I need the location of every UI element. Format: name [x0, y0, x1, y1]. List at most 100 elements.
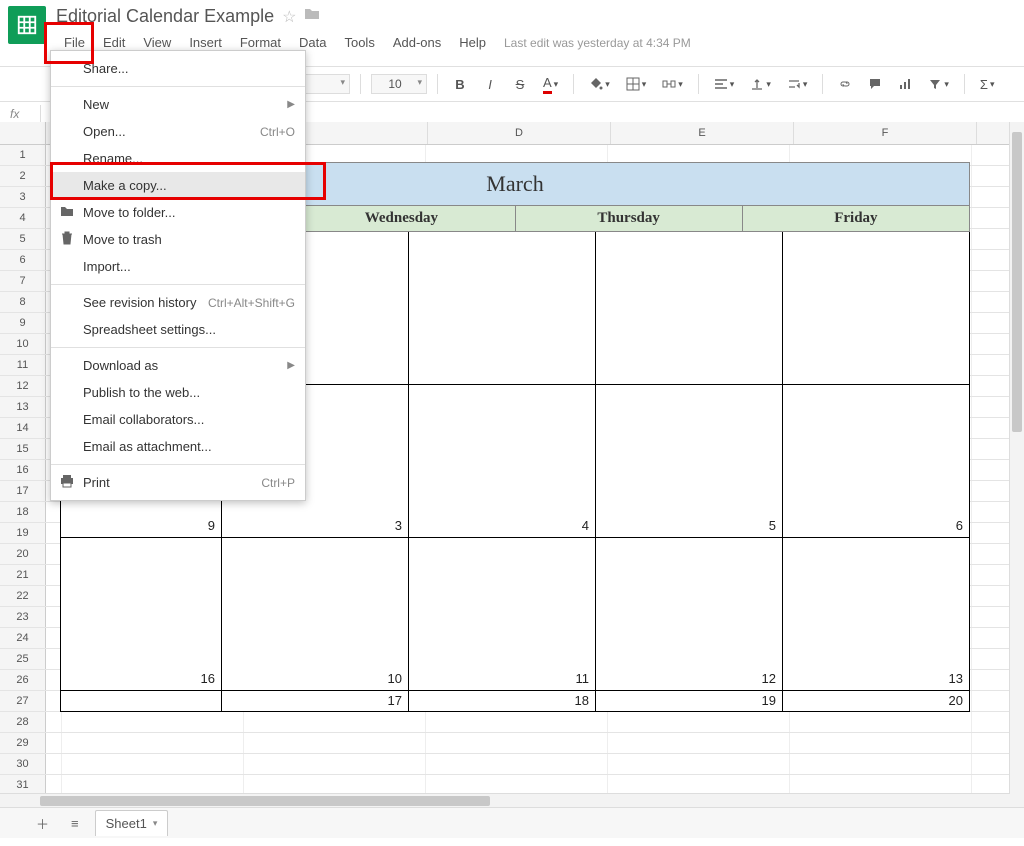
cell[interactable] — [790, 754, 972, 774]
file-menu-move-to-folder[interactable]: Move to folder... — [51, 199, 305, 226]
calendar-cell[interactable]: 11 — [409, 538, 596, 691]
file-menu-open[interactable]: Open... Ctrl+O — [51, 118, 305, 145]
calendar-cell[interactable]: 4 — [409, 385, 596, 538]
italic-button[interactable]: I — [478, 73, 502, 96]
calendar-cell[interactable]: 12 — [596, 538, 783, 691]
halign-button[interactable]: ▾ — [709, 73, 740, 95]
col-header-d[interactable]: D — [428, 122, 611, 144]
all-sheets-button[interactable]: ≡ — [65, 812, 85, 835]
row-header[interactable]: 17 — [0, 481, 46, 501]
borders-button[interactable]: ▾ — [621, 73, 652, 95]
cell[interactable] — [62, 712, 244, 732]
calendar-cell[interactable] — [783, 232, 970, 385]
calendar-cell[interactable] — [61, 691, 222, 712]
file-menu-revision-history[interactable]: See revision history Ctrl+Alt+Shift+G — [51, 289, 305, 316]
row-header[interactable]: 6 — [0, 250, 46, 270]
row-header[interactable]: 22 — [0, 586, 46, 606]
file-menu-move-to-trash[interactable]: Move to trash — [51, 226, 305, 253]
file-menu-import[interactable]: Import... — [51, 253, 305, 280]
row-header[interactable]: 30 — [0, 754, 46, 774]
file-menu-make-a-copy[interactable]: Make a copy... — [51, 172, 305, 199]
cell[interactable] — [790, 775, 972, 795]
calendar-cell[interactable] — [409, 232, 596, 385]
row-header[interactable]: 18 — [0, 502, 46, 522]
cell[interactable] — [62, 733, 244, 753]
fill-color-button[interactable]: ▾ — [584, 73, 615, 95]
file-menu-new[interactable]: New ▶ — [51, 91, 305, 118]
cell[interactable] — [46, 775, 62, 795]
file-menu-spreadsheet-settings[interactable]: Spreadsheet settings... — [51, 316, 305, 343]
calendar-cell[interactable]: 18 — [409, 691, 596, 712]
cell[interactable] — [244, 733, 426, 753]
star-icon[interactable]: ☆ — [282, 7, 296, 27]
calendar-cell[interactable]: 13 — [783, 538, 970, 691]
comment-button[interactable] — [863, 73, 887, 95]
filter-button[interactable]: ▾ — [923, 73, 954, 95]
calendar-cell[interactable]: 17 — [222, 691, 409, 712]
text-color-button[interactable]: A▾ — [538, 71, 563, 98]
col-header-e[interactable]: E — [611, 122, 794, 144]
row-header[interactable]: 20 — [0, 544, 46, 564]
scroll-thumb[interactable] — [40, 796, 490, 806]
menu-addons[interactable]: Add-ons — [385, 31, 449, 54]
cell[interactable] — [244, 712, 426, 732]
calendar-cell[interactable]: 6 — [783, 385, 970, 538]
row-header[interactable]: 7 — [0, 271, 46, 291]
valign-button[interactable]: ▾ — [745, 73, 776, 95]
file-menu-rename[interactable]: Rename... — [51, 145, 305, 172]
file-menu-publish[interactable]: Publish to the web... — [51, 379, 305, 406]
last-edit-label[interactable]: Last edit was yesterday at 4:34 PM — [504, 36, 691, 50]
cell[interactable] — [790, 712, 972, 732]
menu-help[interactable]: Help — [451, 31, 494, 54]
horizontal-scrollbar[interactable] — [0, 793, 1010, 808]
row-header[interactable]: 16 — [0, 460, 46, 480]
row-header[interactable]: 19 — [0, 523, 46, 543]
row-header[interactable]: 5 — [0, 229, 46, 249]
cal-day-header[interactable]: Friday — [743, 206, 969, 231]
sheets-logo[interactable] — [8, 6, 46, 44]
row-header[interactable]: 1 — [0, 145, 46, 165]
row-header[interactable]: 9 — [0, 313, 46, 333]
row-header[interactable]: 10 — [0, 334, 46, 354]
strikethrough-button[interactable]: S — [508, 73, 532, 96]
bold-button[interactable]: B — [448, 73, 472, 96]
cal-day-header[interactable]: Wednesday — [288, 206, 515, 231]
cell[interactable] — [46, 712, 62, 732]
cell[interactable] — [244, 775, 426, 795]
cell[interactable] — [608, 754, 790, 774]
calendar-cell[interactable]: 19 — [596, 691, 783, 712]
functions-button[interactable]: Σ▾ — [975, 73, 1000, 96]
file-menu-email-attachment[interactable]: Email as attachment... — [51, 433, 305, 460]
wrap-button[interactable]: ▾ — [782, 73, 813, 95]
select-all-corner[interactable] — [0, 122, 46, 144]
cell[interactable] — [608, 733, 790, 753]
calendar-cell[interactable]: 20 — [783, 691, 970, 712]
cell[interactable] — [426, 754, 608, 774]
calendar-cell[interactable]: 5 — [596, 385, 783, 538]
row-header[interactable]: 27 — [0, 691, 46, 711]
row-header[interactable]: 28 — [0, 712, 46, 732]
row-header[interactable]: 12 — [0, 376, 46, 396]
menu-tools[interactable]: Tools — [336, 31, 382, 54]
cell[interactable] — [62, 775, 244, 795]
calendar-cell[interactable]: 10 — [222, 538, 409, 691]
file-menu-print[interactable]: Print Ctrl+P — [51, 469, 305, 496]
calendar-cell[interactable] — [596, 232, 783, 385]
chart-button[interactable] — [893, 73, 917, 95]
vertical-scrollbar[interactable] — [1009, 122, 1024, 808]
row-header[interactable]: 14 — [0, 418, 46, 438]
document-title[interactable]: Editorial Calendar Example — [56, 6, 274, 27]
col-header-f[interactable]: F — [794, 122, 977, 144]
cell[interactable] — [608, 712, 790, 732]
cell[interactable] — [426, 712, 608, 732]
link-button[interactable] — [833, 73, 857, 95]
cell[interactable] — [46, 754, 62, 774]
font-size-select[interactable]: 10 — [371, 74, 427, 94]
merge-button[interactable]: ▾ — [657, 73, 688, 95]
cell[interactable] — [426, 775, 608, 795]
file-menu-share[interactable]: Share... — [51, 55, 305, 82]
row-header[interactable]: 29 — [0, 733, 46, 753]
cell[interactable] — [244, 754, 426, 774]
calendar-cell[interactable]: 16 — [61, 538, 222, 691]
row-header[interactable]: 2 — [0, 166, 46, 186]
